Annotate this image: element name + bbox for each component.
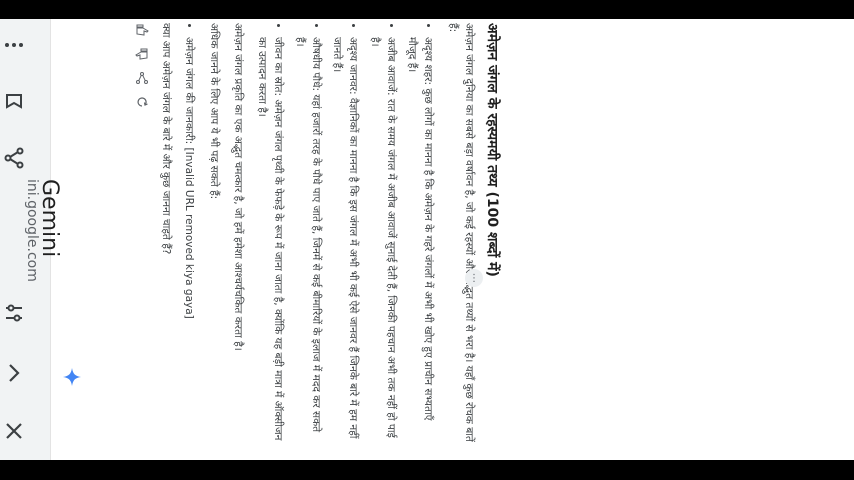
list-item: जीवन का स्रोत: अमेज़न जंगल पृथ्वी के फेफ…	[254, 37, 287, 443]
more-vert-icon[interactable]	[0, 31, 28, 59]
response-actions	[135, 23, 149, 443]
gemini-sparkle-icon	[62, 367, 82, 387]
bookmark-icon[interactable]	[0, 87, 28, 115]
follow-up-question: क्या आप अमेज़न जंगल के बारे में और कुछ ज…	[160, 23, 173, 255]
browser-toolbar: Gemini ini.google.com	[0, 19, 62, 460]
response-content: अमेज़न जंगल के रहस्यमयी तथ्य (100 शब्दों…	[98, 23, 508, 443]
response-summary: अमेज़न जंगल प्रकृति का एक अद्भुत चमत्कार…	[231, 23, 244, 351]
regenerate-icon[interactable]	[135, 95, 149, 109]
address-bar[interactable]: Gemini ini.google.com	[16, 179, 62, 359]
response-heading: अमेज़न जंगल के रहस्यमयी तथ्य (100 शब्दों…	[484, 23, 500, 277]
link-list: अमेज़न जंगल की जानकारी: [Invalid URL rem…	[181, 23, 197, 443]
close-icon[interactable]	[0, 417, 28, 445]
share-response-icon[interactable]	[135, 71, 149, 85]
list-item: औषधीय पौधे: यहां हजारों तरह के पौधे पाए …	[291, 37, 324, 443]
share-icon[interactable]	[0, 144, 28, 172]
thumbs-down-icon[interactable]	[135, 47, 149, 61]
fact-list: अदृश्य शहर: कुछ लोगों का मानना है कि अमे…	[254, 23, 437, 443]
more-info-label: अधिक जानने के लिए आप ये भी पढ़ सकते हैं:	[207, 23, 220, 200]
url-text: ini.google.com	[24, 179, 40, 282]
response-intro: अमेज़न जंगल दुनिया का सबसे बड़ा वर्षावन …	[446, 23, 475, 442]
screen: Gemini ini.google.com अमेज़न जंगल के रहस…	[0, 19, 854, 460]
thumbs-up-icon[interactable]	[135, 23, 149, 37]
page-title: Gemini	[37, 179, 62, 258]
bottom-letterbox	[0, 460, 854, 480]
top-letterbox	[0, 0, 854, 19]
chevron-right-icon[interactable]	[0, 359, 28, 387]
list-item: अदृश्य शहर: कुछ लोगों का मानना है कि अमे…	[404, 37, 437, 443]
list-item: अमेज़न जंगल की जानकारी: [Invalid URL rem…	[181, 37, 197, 443]
list-item: अजीब आवाजें: रात के समय जंगल में अजीब आव…	[366, 37, 399, 443]
list-item: अदृश्य जानवर: वैज्ञानिकों का मानना है कि…	[329, 37, 362, 443]
more-options-button[interactable]: ⋮	[465, 269, 483, 287]
